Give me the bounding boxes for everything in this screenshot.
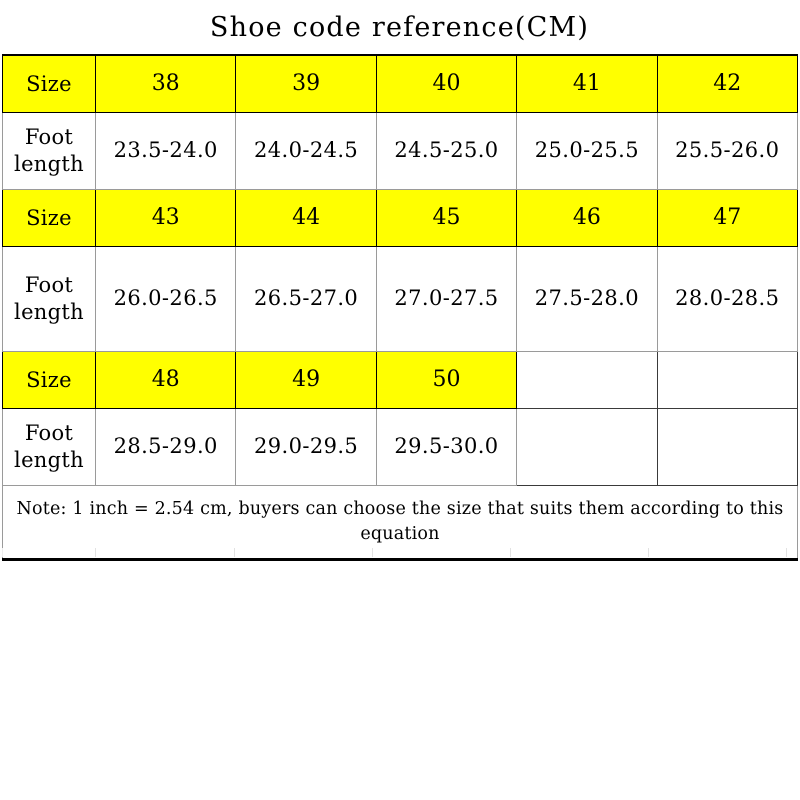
empty-cell — [516, 408, 658, 486]
foot-length-value: 25.0-25.5 — [516, 112, 658, 190]
size-value: 39 — [235, 54, 377, 113]
foot-length-value: 26.5-27.0 — [235, 246, 377, 352]
table-row: Foot length 26.0-26.5 26.5-27.0 27.0-27.… — [2, 246, 798, 352]
size-value: 46 — [516, 189, 658, 247]
column-tick-mark — [786, 548, 787, 557]
size-value: 41 — [516, 54, 658, 113]
size-value: 44 — [235, 189, 377, 247]
row-label-size: Size — [2, 351, 96, 409]
size-chart-page: Shoe code reference(CM) Size 38 39 40 41… — [0, 0, 800, 800]
table-row: Foot length 28.5-29.0 29.0-29.5 29.5-30.… — [2, 408, 798, 486]
empty-cell — [656, 351, 798, 409]
foot-label-line-2: length — [14, 300, 84, 324]
foot-length-value: 28.0-28.5 — [656, 246, 798, 352]
size-value: 47 — [656, 189, 798, 247]
table-row: Size 43 44 45 46 47 — [2, 189, 798, 247]
foot-label-line-2: length — [14, 448, 84, 472]
shoe-size-table: Size 38 39 40 41 42 Foot length 23.5-24.… — [2, 54, 798, 561]
size-value: 50 — [375, 351, 518, 409]
table-row: Size 38 39 40 41 42 — [2, 54, 798, 113]
foot-length-value: 23.5-24.0 — [94, 112, 237, 190]
foot-length-value: 25.5-26.0 — [656, 112, 798, 190]
row-label-foot-length: Foot length — [2, 246, 96, 352]
size-value: 38 — [94, 54, 237, 113]
foot-label-line-1: Foot — [24, 125, 74, 150]
foot-length-value: 29.5-30.0 — [375, 408, 518, 486]
size-value: 40 — [375, 54, 518, 113]
note-line-1: Note: 1 inch = 2.54 cm, buyers can choos… — [16, 498, 745, 519]
note-cell: Note: 1 inch = 2.54 cm, buyers can choos… — [2, 485, 798, 561]
row-label-size: Size — [2, 189, 96, 247]
size-value: 45 — [375, 189, 518, 247]
column-tick-mark — [234, 548, 235, 557]
column-tick-mark — [648, 548, 649, 557]
foot-label-line-1: Foot — [24, 421, 74, 446]
foot-label-line-1: Foot — [24, 273, 74, 298]
foot-label-line-2: length — [14, 152, 84, 176]
row-label-foot-length: Foot length — [2, 112, 96, 190]
column-tick-mark — [510, 548, 511, 557]
row-label-foot-length: Foot length — [2, 408, 96, 486]
table-row: Foot length 23.5-24.0 24.0-24.5 24.5-25.… — [2, 112, 798, 190]
foot-length-value: 28.5-29.0 — [94, 408, 237, 486]
page-title: Shoe code reference(CM) — [209, 11, 590, 43]
size-value: 49 — [235, 351, 377, 409]
size-value: 43 — [94, 189, 237, 247]
chart-title-band: Shoe code reference(CM) — [2, 0, 797, 54]
foot-length-value: 27.5-28.0 — [516, 246, 658, 352]
column-tick-mark — [95, 548, 96, 557]
size-value: 48 — [94, 351, 237, 409]
empty-cell — [516, 351, 658, 409]
row-label-size: Size — [2, 54, 96, 113]
table-row: Size 48 49 50 — [2, 351, 798, 409]
foot-length-value: 24.0-24.5 — [235, 112, 377, 190]
table-row-note: Note: 1 inch = 2.54 cm, buyers can choos… — [2, 485, 798, 561]
foot-length-value: 29.0-29.5 — [235, 408, 377, 486]
column-tick-mark — [2, 548, 3, 557]
foot-length-value: 24.5-25.0 — [375, 112, 518, 190]
empty-cell — [656, 408, 798, 486]
foot-length-value: 27.0-27.5 — [375, 246, 518, 352]
size-value: 42 — [656, 54, 798, 113]
foot-length-value: 26.0-26.5 — [94, 246, 237, 352]
column-tick-mark — [372, 548, 373, 557]
